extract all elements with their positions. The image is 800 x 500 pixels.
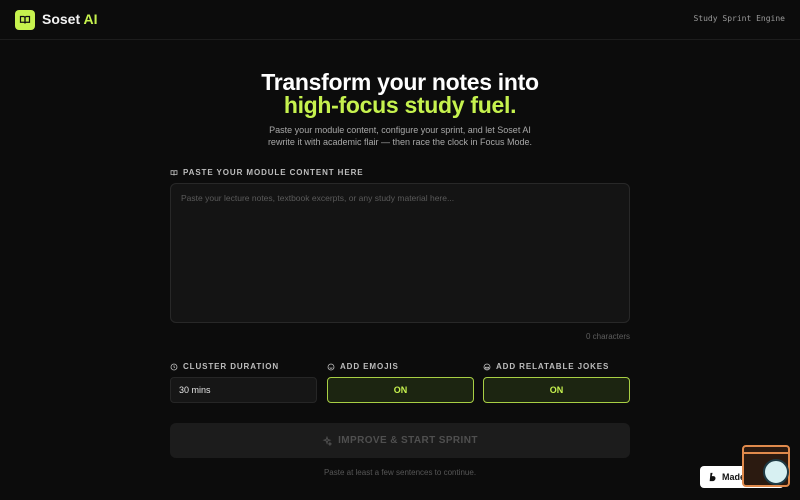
continue-hint: Paste at least a few sentences to contin… xyxy=(323,468,477,477)
content-label: PASTE YOUR MODULE CONTENT HERE xyxy=(170,168,364,177)
widget-icon[interactable] xyxy=(742,445,790,487)
duration-label-text: CLUSTER DURATION xyxy=(183,362,280,371)
smile-icon xyxy=(327,363,335,370)
jokes-toggle[interactable]: ON xyxy=(483,377,630,403)
emojis-label: ADD EMOJIS xyxy=(327,362,399,371)
hero-title-line2: high-focus study fuel. xyxy=(283,92,517,118)
magnifier-icon xyxy=(763,459,789,485)
emojis-toggle[interactable]: ON xyxy=(327,377,474,403)
module-content-input[interactable] xyxy=(170,183,630,323)
sparkles-icon xyxy=(322,435,333,446)
duration-select[interactable]: 30 mins xyxy=(170,377,317,403)
jokes-label-text: ADD RELATABLE JOKES xyxy=(496,362,610,371)
character-count: 0 characters xyxy=(585,332,630,341)
laugh-icon xyxy=(483,363,491,370)
emojis-label-text: ADD EMOJIS xyxy=(340,362,399,371)
tagline: Study Sprint Engine xyxy=(693,14,785,23)
jokes-label: ADD RELATABLE JOKES xyxy=(483,362,609,371)
bolt-logo-icon xyxy=(709,472,716,482)
duration-label: CLUSTER DURATION xyxy=(170,362,279,371)
brand-main: Soset xyxy=(42,11,81,27)
widget-title-bar xyxy=(744,447,788,454)
hero-subtitle-line2: rewrite it with academic flair — then ra… xyxy=(267,137,533,147)
brand-accent: AI xyxy=(83,11,98,27)
open-book-icon xyxy=(170,169,178,175)
clock-icon xyxy=(170,363,178,370)
improve-start-sprint-button[interactable]: IMPROVE & START SPRINT xyxy=(170,423,630,458)
top-bar: Soset AI Study Sprint Engine xyxy=(0,0,800,40)
hero-title-line1: Transform your notes into xyxy=(261,69,539,95)
content-label-text: PASTE YOUR MODULE CONTENT HERE xyxy=(183,168,364,177)
brand-name[interactable]: Soset AI xyxy=(42,11,98,27)
book-icon[interactable] xyxy=(15,10,35,30)
cta-label: IMPROVE & START SPRINT xyxy=(338,435,478,446)
